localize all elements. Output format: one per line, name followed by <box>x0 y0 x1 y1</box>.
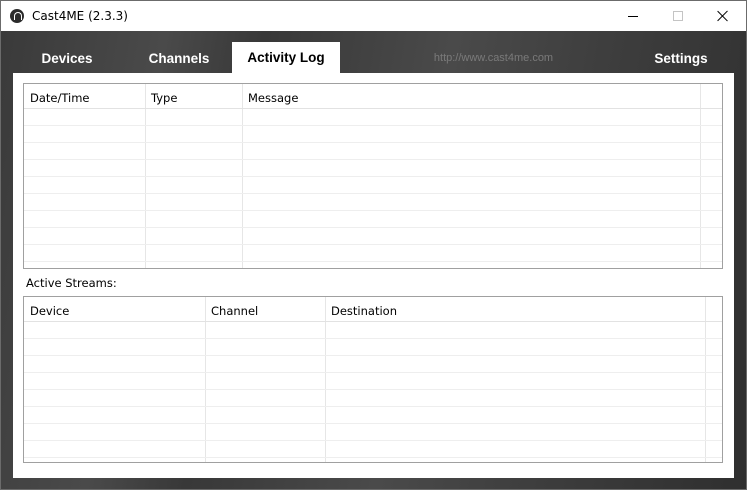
column-header-message[interactable]: Message <box>242 84 700 108</box>
header-divider <box>24 108 722 109</box>
header-divider <box>24 321 722 322</box>
row-line <box>24 244 722 245</box>
row-line <box>24 142 722 143</box>
row-line <box>24 159 722 160</box>
row-line <box>24 389 722 390</box>
row-line <box>24 355 722 356</box>
column-header-destination[interactable]: Destination <box>325 297 705 321</box>
row-line <box>24 423 722 424</box>
column-header-datetime[interactable]: Date/Time <box>24 84 145 108</box>
row-line <box>24 457 722 458</box>
tab-channels[interactable]: Channels <box>134 43 224 73</box>
row-line <box>24 227 722 228</box>
column-header-channel[interactable]: Channel <box>205 297 325 321</box>
row-line <box>24 210 722 211</box>
row-line <box>24 406 722 407</box>
row-line <box>24 372 722 373</box>
minimize-button[interactable] <box>610 1 656 31</box>
tab-devices[interactable]: Devices <box>29 43 105 73</box>
minimize-icon <box>628 15 638 17</box>
close-icon <box>717 10 729 22</box>
tab-activity-log[interactable]: Activity Log <box>232 42 340 73</box>
tab-bar: Devices Channels Activity Log http://www… <box>1 31 746 489</box>
tab-settings[interactable]: Settings <box>641 43 721 73</box>
activity-log-table[interactable]: Date/Time Type Message <box>23 83 723 269</box>
active-streams-table[interactable]: Device Channel Destination <box>23 296 723 463</box>
app-window: Cast4ME (2.3.3) Devices Channels Activit… <box>0 0 747 490</box>
maximize-icon <box>673 11 683 21</box>
row-line <box>24 125 722 126</box>
row-line <box>24 440 722 441</box>
row-line <box>24 338 722 339</box>
close-button[interactable] <box>700 1 746 31</box>
window-title: Cast4ME (2.3.3) <box>32 9 128 23</box>
maximize-button[interactable] <box>655 1 701 31</box>
title-bar: Cast4ME (2.3.3) <box>1 1 746 31</box>
app-icon[interactable] <box>10 9 24 23</box>
row-line <box>24 261 722 262</box>
column-header-device[interactable]: Device <box>24 297 205 321</box>
activity-log-panel: Date/Time Type Message Active Streams: D… <box>13 73 734 478</box>
row-line <box>24 176 722 177</box>
website-link[interactable]: http://www.cast4me.com <box>421 43 566 73</box>
column-header-type[interactable]: Type <box>145 84 242 108</box>
row-line <box>24 193 722 194</box>
active-streams-label: Active Streams: <box>26 276 117 290</box>
